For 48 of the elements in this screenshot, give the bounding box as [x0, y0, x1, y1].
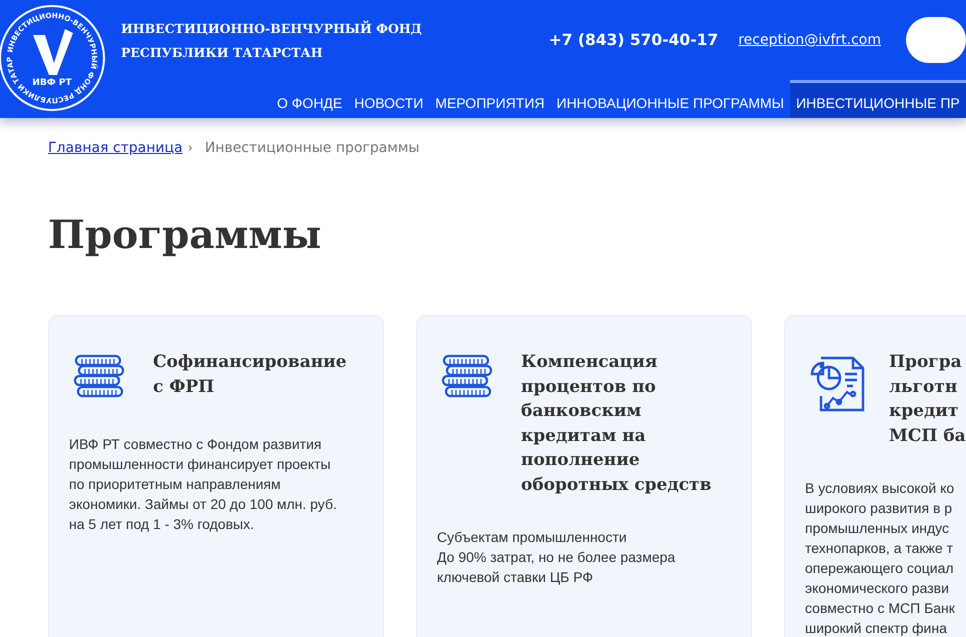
- card-title: с ФРП: [153, 376, 216, 398]
- breadcrumb-current: Инвестиционные программы: [204, 140, 420, 156]
- card-description: ключевой ставки ЦБ РФ: [437, 568, 594, 587]
- card-title: оборотных средств: [521, 474, 712, 496]
- phone-number[interactable]: +7 (843) 570-40-17: [548, 31, 718, 49]
- report-chart-icon: [809, 354, 867, 412]
- email-link[interactable]: reception@ivfrt.com: [738, 32, 881, 48]
- page-heading: Программы: [48, 211, 322, 260]
- card-title: Програ: [889, 351, 963, 374]
- chevron-icon: ›: [188, 140, 193, 156]
- card-description: совместно с МСП Банк: [805, 599, 956, 618]
- card-description: широкого развития в р: [805, 499, 954, 518]
- site-title: ИНВЕСТИЦИОННО-ВЕНЧУРНЫЙ ФОНД: [121, 20, 423, 38]
- card-title: процентов по: [521, 376, 657, 398]
- nav-tab[interactable]: ИННОВАЦИОННЫЕ ПРОГРАММЫ: [550, 80, 790, 118]
- program-card[interactable]: Софинансирование с ФРП ИВФ РТ совместно с Фондом развития промышленности финансирует проекты по приоритетным направлениям экономики. Займы от 20 до 100 млн. руб. на 5 лет под 1 - 3% годовых.: [48, 315, 384, 637]
- card-description: технопарков, а также т: [805, 539, 954, 558]
- card-title: пополнение: [521, 449, 641, 472]
- nav-tab[interactable]: О ФОНДЕ: [271, 80, 348, 118]
- card-title: кредитам на: [521, 424, 647, 448]
- card-description: Субъектам промышленности: [437, 528, 628, 547]
- coin-stack-icon: [441, 354, 493, 400]
- program-card[interactable]: Програ льготн кредит МСП ба В условиях высокой ко широкого развития в р промышленных индус технопарков, а также т опережающего социал экономического разви совместно с МСП Банк широкий спектр фина: [784, 315, 966, 637]
- card-title: Компенсация: [521, 351, 658, 374]
- card-title: Софинансирование: [153, 351, 347, 374]
- card-description: на 5 лет под 1 - 3% годовых.: [69, 515, 255, 534]
- card-title: МСП ба: [889, 424, 966, 448]
- card-description: ИВФ РТ совместно с Фондом развития: [69, 435, 322, 454]
- program-card[interactable]: Компенсация процентов по банковским кредитам на пополнение оборотных средств Субъектам промышленности До 90% затрат, но не более размера ключевой ставки ЦБ РФ: [416, 315, 752, 637]
- card-description: широкий спектр фина: [805, 619, 948, 637]
- breadcrumb-link[interactable]: Главная страница: [48, 140, 183, 156]
- card-description: промышленности финансирует проекты: [69, 455, 332, 474]
- card-description: экономики. Займы от 20 до 100 млн. руб.: [69, 495, 338, 514]
- card-description: До 90% затрат, но не более размера: [437, 548, 676, 567]
- card-description: по приоритетным направлениям: [69, 475, 282, 494]
- card-description: промышленных индус: [805, 519, 950, 538]
- card-description: В условиях высокой ко: [805, 479, 956, 498]
- card-description: опережающего социал: [805, 559, 955, 578]
- card-title: банковским: [521, 400, 642, 423]
- card-description: экономического разви: [805, 579, 950, 598]
- nav-tab[interactable]: НОВОСТИ: [348, 80, 430, 118]
- search-field[interactable]: [906, 17, 966, 63]
- site-title: РЕСПУБЛИКИ ТАТАРСТАН: [121, 44, 324, 62]
- card-title: льготн: [889, 376, 958, 398]
- card-title: кредит: [889, 400, 960, 423]
- nav-tab[interactable]: МЕРОПРИЯТИЯ: [429, 80, 550, 118]
- coin-stack-icon: [73, 354, 125, 400]
- nav-tab[interactable]: ИНВЕСТИЦИОННЫЕ ПР: [790, 80, 966, 118]
